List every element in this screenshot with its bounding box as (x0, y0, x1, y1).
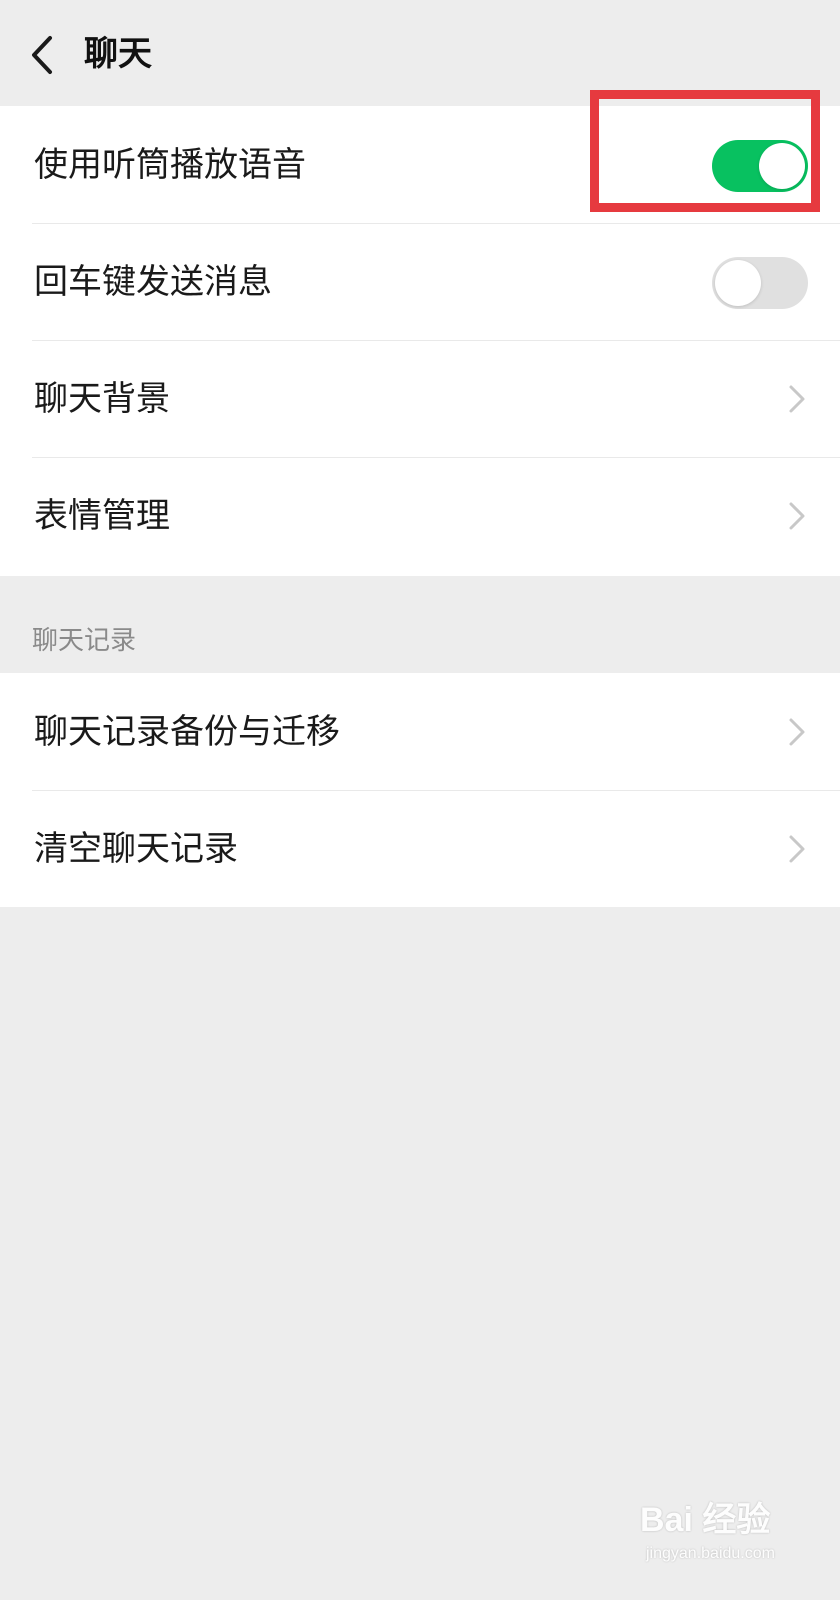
watermark: Bai 经验 jingyan.baidu.com (640, 1500, 820, 1580)
section-header-chat-history: 聊天记录 (32, 626, 137, 656)
toggle-knob (759, 143, 805, 189)
setting-label: 聊天记录备份与迁移 (34, 712, 340, 752)
toggle-knob (715, 260, 761, 306)
setting-label: 清空聊天记录 (34, 829, 238, 869)
watermark-logo: Bai 经验 (640, 1501, 771, 1539)
setting-label: 表情管理 (34, 496, 170, 536)
chevron-right-icon (788, 501, 806, 531)
setting-row-earpiece-voice[interactable]: 使用听筒播放语音 (0, 106, 840, 223)
enter-to-send-toggle[interactable] (712, 257, 808, 309)
setting-label: 聊天背景 (34, 379, 170, 419)
watermark-url: jingyan.baidu.com (646, 1545, 775, 1562)
setting-label: 使用听筒播放语音 (34, 145, 306, 185)
setting-row-enter-to-send[interactable]: 回车键发送消息 (0, 223, 840, 340)
chat-history-group: 聊天记录备份与迁移 清空聊天记录 (0, 673, 840, 907)
chevron-right-icon (788, 384, 806, 414)
chevron-left-icon (32, 36, 52, 74)
chat-settings-group: 使用听筒播放语音 回车键发送消息 聊天背景 表情管理 (0, 106, 840, 576)
chevron-right-icon (788, 717, 806, 747)
setting-row-sticker-management[interactable]: 表情管理 (0, 457, 840, 574)
setting-row-backup-migrate[interactable]: 聊天记录备份与迁移 (0, 673, 840, 790)
setting-label: 回车键发送消息 (34, 262, 272, 302)
back-button[interactable] (22, 26, 70, 84)
setting-row-clear-history[interactable]: 清空聊天记录 (0, 790, 840, 907)
chevron-right-icon (788, 834, 806, 864)
nav-bar: 聊天 (0, 0, 840, 106)
page-title: 聊天 (84, 34, 152, 74)
earpiece-voice-toggle[interactable] (712, 140, 808, 192)
setting-row-chat-background[interactable]: 聊天背景 (0, 340, 840, 457)
